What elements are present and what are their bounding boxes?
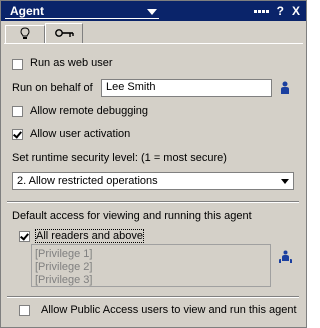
- user-activation-label: Allow user activation: [30, 128, 131, 140]
- titlebar-buttons: ? X: [253, 4, 300, 18]
- security-panel: Run as web user Run on behalf of Lee Smi…: [4, 43, 303, 326]
- tab-basics[interactable]: [5, 25, 45, 43]
- help-button[interactable]: ?: [277, 4, 284, 18]
- user-activation-checkbox[interactable]: [12, 129, 23, 140]
- all-readers-checkbox[interactable]: [19, 231, 30, 242]
- chevron-down-icon: [281, 179, 289, 184]
- section-divider: [7, 296, 299, 298]
- agent-properties-window: Agent ? X Run as web user Run on behalf …: [0, 0, 307, 328]
- public-access-label: Allow Public Access users to view and ru…: [41, 304, 297, 316]
- public-access-checkbox[interactable]: [19, 305, 30, 316]
- more-options-icon[interactable]: [253, 4, 269, 18]
- list-item[interactable]: [Privilege 2]: [35, 261, 92, 273]
- users-lookup-icon[interactable]: [279, 250, 292, 264]
- key-icon: [55, 29, 74, 37]
- window-title: Agent: [10, 4, 44, 18]
- default-access-heading: Default access for viewing and running t…: [12, 210, 252, 222]
- list-item[interactable]: [Privilege 1]: [35, 248, 92, 260]
- title-dropdown[interactable]: Agent: [5, 4, 159, 19]
- title-bar: Agent ? X: [1, 1, 306, 21]
- run-on-behalf-input[interactable]: Lee Smith: [101, 79, 272, 97]
- security-level-select[interactable]: 2. Allow restricted operations: [12, 172, 294, 190]
- run-as-web-user-label: Run as web user: [30, 57, 113, 69]
- tab-strip: [1, 21, 306, 44]
- user-lookup-icon[interactable]: [280, 81, 290, 95]
- security-level-value: 2. Allow restricted operations: [17, 175, 158, 187]
- tab-security[interactable]: [45, 23, 83, 44]
- security-level-label: Set runtime security level: (1 = most se…: [12, 152, 227, 164]
- remote-debugging-label: Allow remote debugging: [30, 105, 149, 117]
- lightbulb-icon: [20, 27, 30, 39]
- all-readers-label: All readers and above: [34, 229, 145, 243]
- close-button[interactable]: X: [292, 4, 300, 18]
- remote-debugging-checkbox[interactable]: [12, 106, 23, 117]
- run-on-behalf-label: Run on behalf of: [12, 82, 93, 94]
- privileges-list[interactable]: [Privilege 1] [Privilege 2] [Privilege 3…: [31, 244, 271, 287]
- list-item[interactable]: [Privilege 3]: [35, 274, 92, 286]
- chevron-down-icon: [147, 9, 157, 15]
- run-as-web-user-checkbox[interactable]: [12, 59, 23, 70]
- section-divider: [7, 201, 299, 203]
